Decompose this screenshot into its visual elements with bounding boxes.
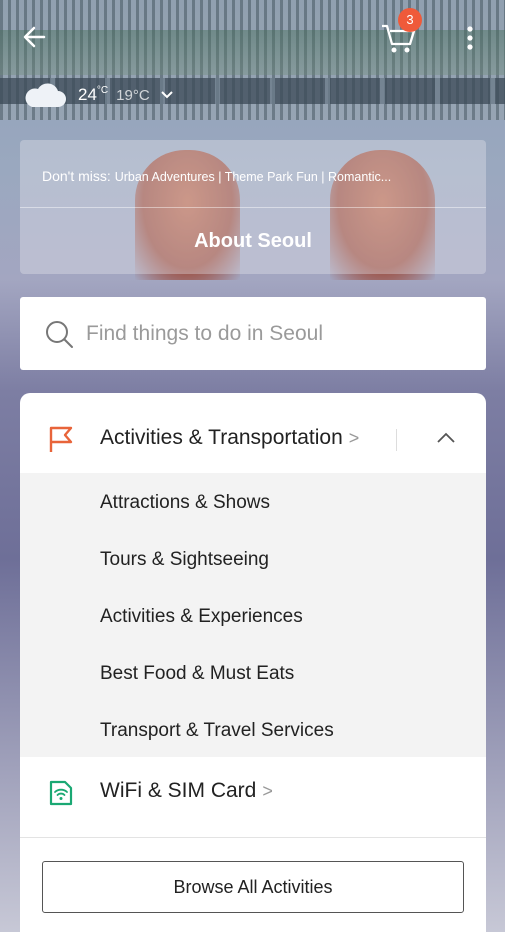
flag-icon: [49, 426, 73, 452]
cloud-icon: [25, 83, 66, 107]
city-info-card: Don't miss: Urban Adventures | Theme Par…: [20, 140, 486, 274]
subcategory-item[interactable]: Tours & Sightseeing: [100, 549, 269, 571]
weather-low: 19°C: [116, 86, 150, 104]
more-options-icon[interactable]: [460, 24, 480, 52]
back-arrow-icon[interactable]: [20, 22, 50, 52]
subcategory-item[interactable]: Activities & Experiences: [100, 606, 303, 628]
dont-miss-links[interactable]: Urban Adventures | Theme Park Fun | Roma…: [115, 170, 392, 184]
weather-widget[interactable]: 24°C 19°C: [22, 80, 174, 110]
category-panel: Activities & Transportation > Attractions…: [20, 393, 486, 932]
subcategory-item[interactable]: Transport & Travel Services: [100, 720, 334, 742]
chevron-up-icon[interactable]: [436, 431, 456, 445]
subcategory-item[interactable]: Best Food & Must Eats: [100, 663, 294, 685]
divider: [20, 837, 486, 838]
divider: [20, 207, 486, 208]
dont-miss-banner[interactable]: Don't miss: Urban Adventures | Theme Par…: [42, 168, 472, 184]
subcategory-list: Attractions & Shows Tours & Sightseeing …: [20, 473, 486, 757]
search-placeholder: Find things to do in Seoul: [86, 321, 323, 345]
wifi-sim-icon: [49, 780, 73, 806]
search-icon: [46, 320, 73, 348]
chevron-down-icon: [160, 91, 173, 99]
category-header-activities[interactable]: Activities & Transportation >: [20, 393, 486, 473]
subcategory-item[interactable]: Attractions & Shows: [100, 492, 270, 514]
search-bar[interactable]: Find things to do in Seoul: [20, 297, 486, 370]
category-header-wifi[interactable]: WiFi & SIM Card >: [20, 757, 486, 829]
about-city-link[interactable]: About Seoul: [20, 230, 486, 253]
browse-all-button[interactable]: Browse All Activities: [42, 861, 464, 913]
category-label: WiFi & SIM Card >: [100, 779, 273, 802]
category-label: Activities & Transportation >: [100, 426, 360, 449]
cart-count-badge: 3: [398, 8, 422, 32]
divider: [396, 429, 397, 451]
top-bar: 3: [0, 0, 505, 75]
weather-high: 24°C: [78, 85, 109, 104]
